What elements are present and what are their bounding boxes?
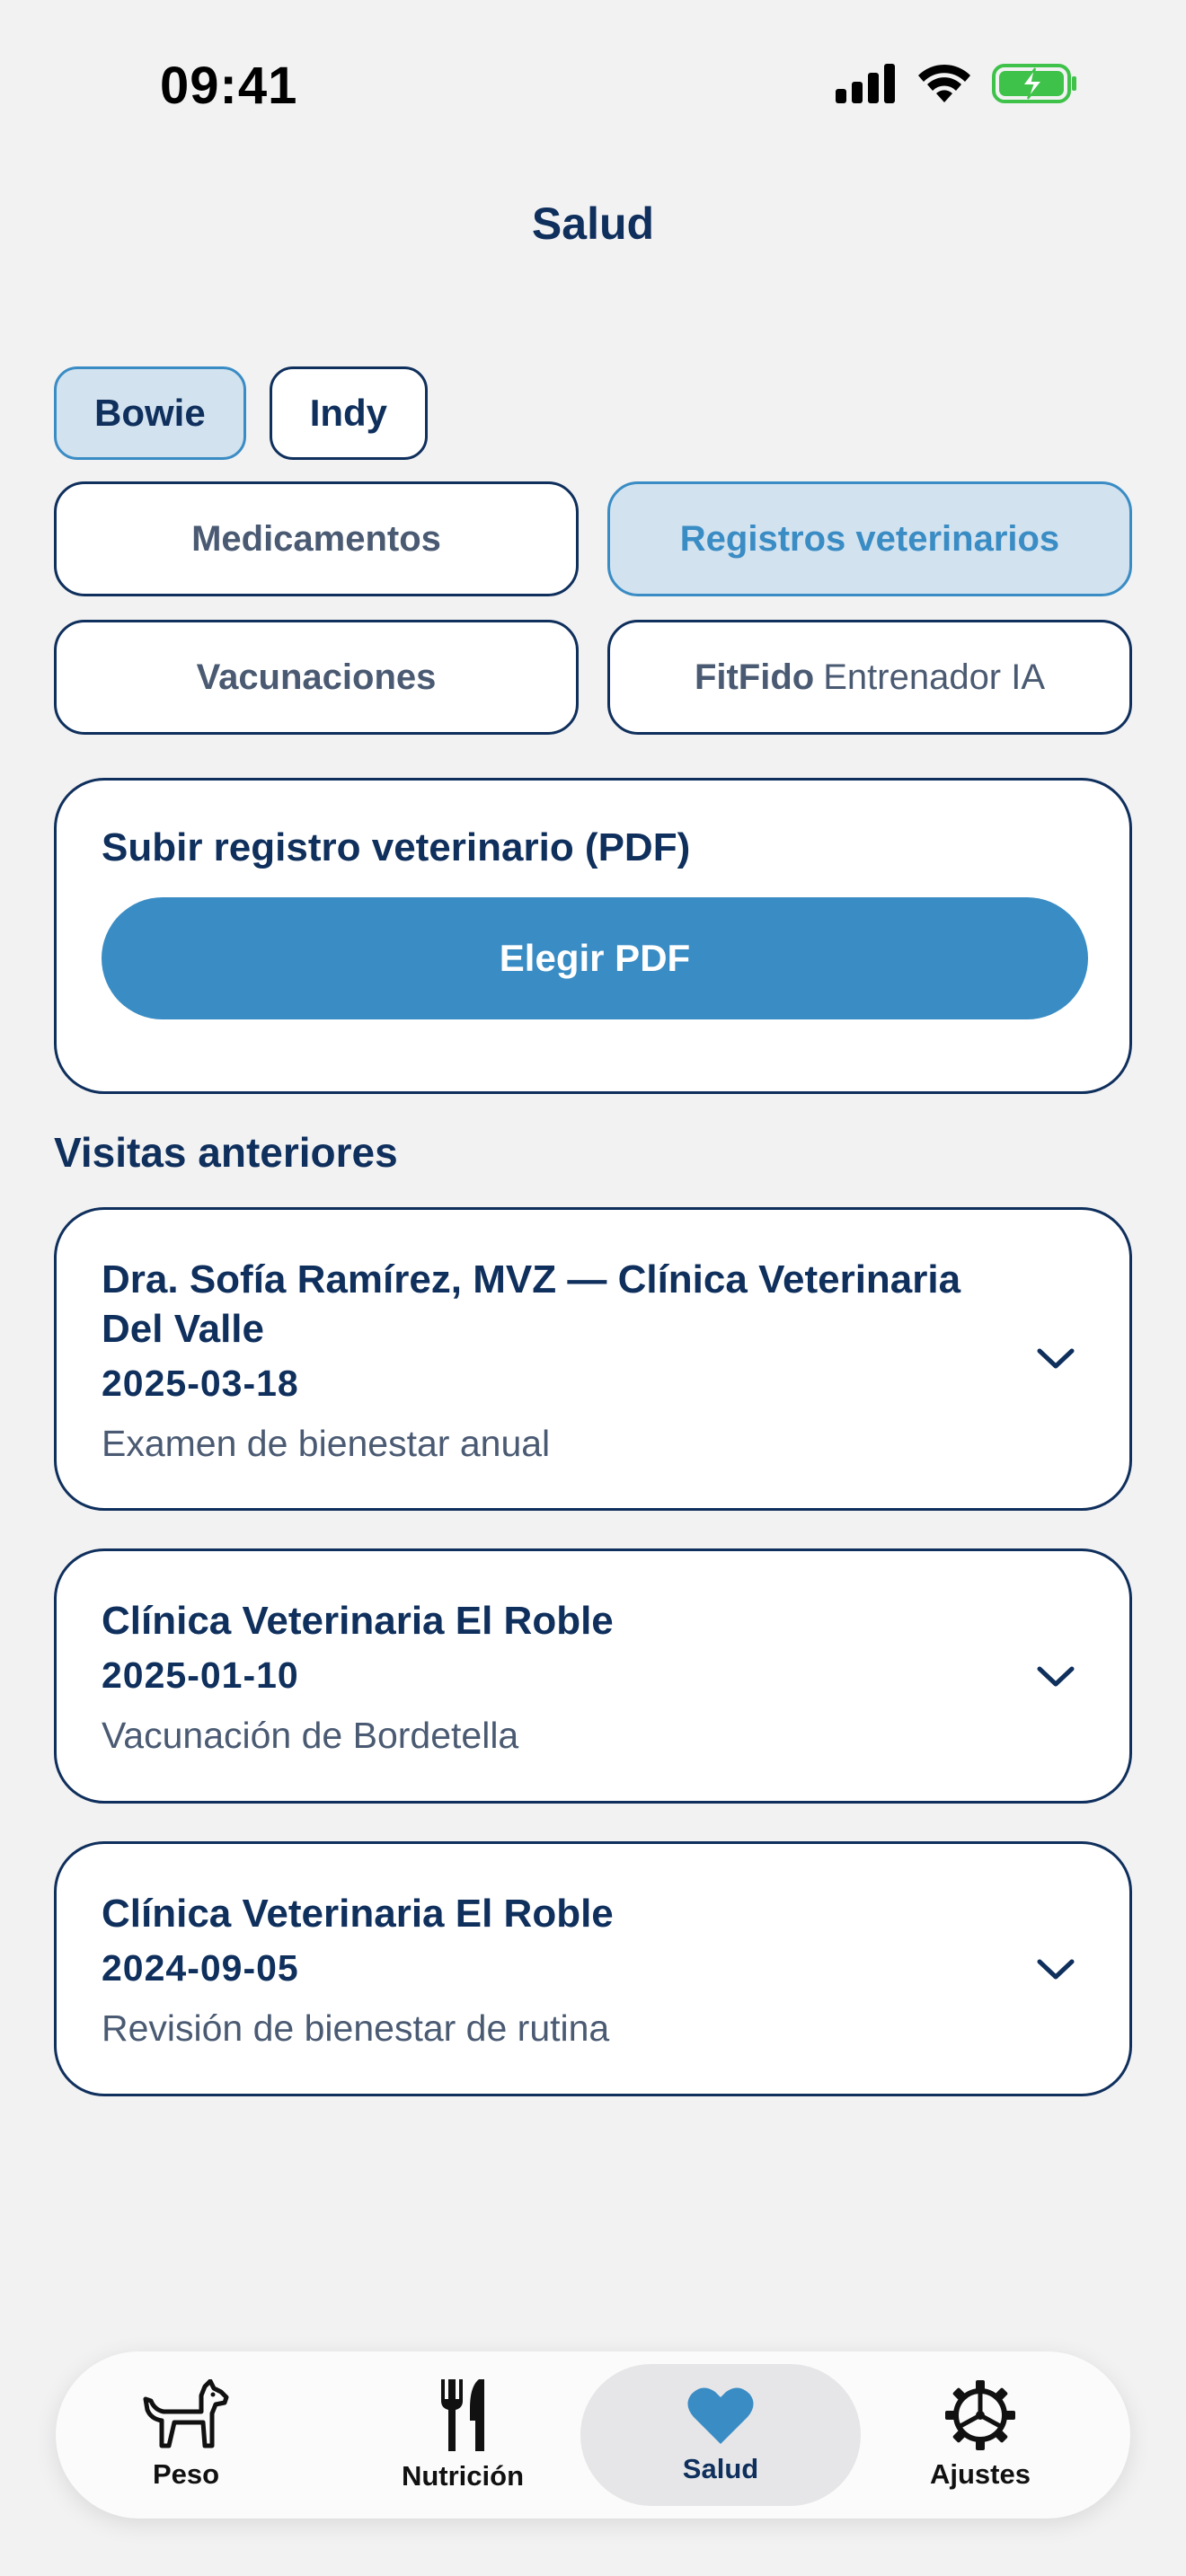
tab-vet-records[interactable]: Registros veterinarios [607,481,1132,596]
visit-clinic: Dra. Sofía Ramírez, MVZ — Clínica Veteri… [102,1257,961,1351]
visit-description: Revisión de bienestar de rutina [102,2007,610,2049]
visit-date: 2024-09-05 [102,1947,299,1989]
tab-label: Peso [152,2458,220,2490]
visit-clinic: Clínica Veterinaria El Roble [102,1599,614,1643]
status-icons [836,63,1078,104]
tab-vaccinations[interactable]: Vacunaciones [54,620,579,735]
tab-weight[interactable]: Peso [110,2351,262,2519]
heart-icon [687,2387,754,2444]
visit-card[interactable]: Dra. Sofía Ramírez, MVZ — Clínica Veteri… [54,1207,1132,1511]
upload-card: Subir registro veterinario (PDF) Elegir … [54,778,1132,1094]
chevron-down-icon[interactable] [1036,1338,1075,1378]
status-bar: 09:41 [0,0,1186,171]
coach-brand: FitFido [694,657,815,697]
pet-chip-indy[interactable]: Indy [269,366,429,460]
health-section-tabs: Medicamentos Registros veterinarios Vacu… [54,481,1132,735]
upload-title: Subir registro veterinario (PDF) [102,825,691,869]
battery-charging-icon [992,64,1076,103]
wifi-icon [918,64,970,102]
visit-card[interactable]: Clínica Veterinaria El Roble 2024-09-05 … [54,1841,1132,2096]
dog-icon [143,2379,229,2448]
tab-medications[interactable]: Medicamentos [54,481,579,596]
visit-date: 2025-01-10 [102,1654,299,1696]
tab-bar: Peso Nutrición Salud Ajustes [56,2351,1130,2519]
coach-label: Entrenador IA [823,657,1046,697]
choose-pdf-button[interactable]: Elegir PDF [102,897,1088,1019]
chevron-down-icon[interactable] [1036,1949,1075,1989]
tab-label: Ajustes [930,2458,1031,2490]
tab-label: Nutrición [401,2460,525,2492]
section-title-visits: Visitas anteriores [54,1129,398,1176]
status-time: 09:41 [160,57,298,115]
tab-nutrition[interactable]: Nutrición [386,2351,539,2519]
page-title: Salud [531,198,655,249]
chevron-down-icon[interactable] [1036,1656,1075,1696]
visit-description: Examen de bienestar anual [102,1423,551,1464]
gear-icon [945,2380,1015,2450]
tab-ai-coach[interactable]: FitFido Entrenador IA [607,620,1132,735]
visit-clinic: Clínica Veterinaria El Roble [102,1892,614,1936]
visit-date: 2025-03-18 [102,1363,299,1404]
tab-label: Salud [682,2453,759,2484]
pet-selector: Bowie Indy [54,366,429,460]
tab-health[interactable]: Salud [580,2351,861,2519]
tab-settings[interactable]: Ajustes [904,2351,1057,2519]
visit-description: Vacunación de Bordetella [102,1715,519,1756]
visit-card[interactable]: Clínica Veterinaria El Roble 2025-01-10 … [54,1548,1132,1804]
fork-knife-icon [441,2379,484,2451]
cellular-signal-icon [836,64,895,103]
pet-chip-bowie[interactable]: Bowie [54,366,246,460]
